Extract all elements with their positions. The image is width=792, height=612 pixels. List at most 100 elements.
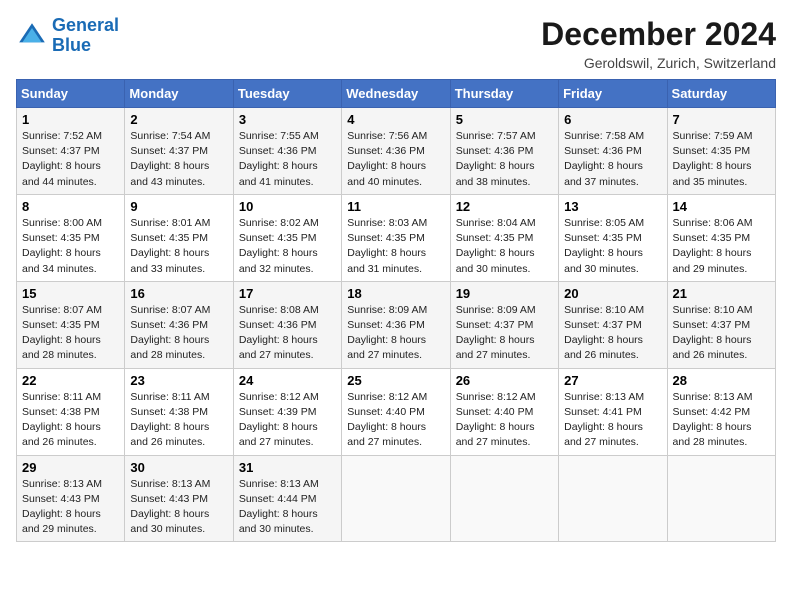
day-number: 24 <box>239 373 336 388</box>
calendar-week-5: 29 Sunrise: 8:13 AM Sunset: 4:43 PM Dayl… <box>17 455 776 542</box>
day-info: Sunrise: 8:12 AM Sunset: 4:40 PM Dayligh… <box>347 390 444 451</box>
calendar-cell: 3 Sunrise: 7:55 AM Sunset: 4:36 PM Dayli… <box>233 108 341 195</box>
calendar-cell <box>342 455 450 542</box>
day-info: Sunrise: 8:05 AM Sunset: 4:35 PM Dayligh… <box>564 216 661 277</box>
day-number: 18 <box>347 286 444 301</box>
day-info: Sunrise: 8:13 AM Sunset: 4:41 PM Dayligh… <box>564 390 661 451</box>
day-info: Sunrise: 7:55 AM Sunset: 4:36 PM Dayligh… <box>239 129 336 190</box>
day-info: Sunrise: 8:10 AM Sunset: 4:37 PM Dayligh… <box>673 303 770 364</box>
col-friday: Friday <box>559 80 667 108</box>
calendar-cell: 5 Sunrise: 7:57 AM Sunset: 4:36 PM Dayli… <box>450 108 558 195</box>
day-number: 19 <box>456 286 553 301</box>
calendar-body: 1 Sunrise: 7:52 AM Sunset: 4:37 PM Dayli… <box>17 108 776 542</box>
day-number: 17 <box>239 286 336 301</box>
day-info: Sunrise: 7:54 AM Sunset: 4:37 PM Dayligh… <box>130 129 227 190</box>
day-number: 27 <box>564 373 661 388</box>
calendar-cell: 12 Sunrise: 8:04 AM Sunset: 4:35 PM Dayl… <box>450 194 558 281</box>
calendar-cell <box>450 455 558 542</box>
calendar-header: Sunday Monday Tuesday Wednesday Thursday… <box>17 80 776 108</box>
calendar-cell <box>559 455 667 542</box>
day-info: Sunrise: 8:13 AM Sunset: 4:42 PM Dayligh… <box>673 390 770 451</box>
calendar-cell: 30 Sunrise: 8:13 AM Sunset: 4:43 PM Dayl… <box>125 455 233 542</box>
logo-line1: General <box>52 15 119 35</box>
day-info: Sunrise: 7:52 AM Sunset: 4:37 PM Dayligh… <box>22 129 119 190</box>
day-number: 25 <box>347 373 444 388</box>
calendar-cell: 31 Sunrise: 8:13 AM Sunset: 4:44 PM Dayl… <box>233 455 341 542</box>
calendar-week-3: 15 Sunrise: 8:07 AM Sunset: 4:35 PM Dayl… <box>17 281 776 368</box>
day-number: 13 <box>564 199 661 214</box>
day-info: Sunrise: 8:07 AM Sunset: 4:35 PM Dayligh… <box>22 303 119 364</box>
calendar-cell: 10 Sunrise: 8:02 AM Sunset: 4:35 PM Dayl… <box>233 194 341 281</box>
title-area: December 2024 Geroldswil, Zurich, Switze… <box>541 16 776 71</box>
day-number: 8 <box>22 199 119 214</box>
calendar-cell: 27 Sunrise: 8:13 AM Sunset: 4:41 PM Dayl… <box>559 368 667 455</box>
day-number: 3 <box>239 112 336 127</box>
calendar-cell: 9 Sunrise: 8:01 AM Sunset: 4:35 PM Dayli… <box>125 194 233 281</box>
day-number: 31 <box>239 460 336 475</box>
calendar-cell: 18 Sunrise: 8:09 AM Sunset: 4:36 PM Dayl… <box>342 281 450 368</box>
logo-line2: Blue <box>52 35 91 55</box>
calendar-cell: 11 Sunrise: 8:03 AM Sunset: 4:35 PM Dayl… <box>342 194 450 281</box>
col-monday: Monday <box>125 80 233 108</box>
day-info: Sunrise: 7:58 AM Sunset: 4:36 PM Dayligh… <box>564 129 661 190</box>
calendar-cell: 23 Sunrise: 8:11 AM Sunset: 4:38 PM Dayl… <box>125 368 233 455</box>
calendar-cell: 21 Sunrise: 8:10 AM Sunset: 4:37 PM Dayl… <box>667 281 775 368</box>
logo-text: General Blue <box>52 16 119 56</box>
day-info: Sunrise: 8:04 AM Sunset: 4:35 PM Dayligh… <box>456 216 553 277</box>
calendar-cell: 1 Sunrise: 7:52 AM Sunset: 4:37 PM Dayli… <box>17 108 125 195</box>
day-number: 10 <box>239 199 336 214</box>
calendar-cell: 28 Sunrise: 8:13 AM Sunset: 4:42 PM Dayl… <box>667 368 775 455</box>
calendar-table: Sunday Monday Tuesday Wednesday Thursday… <box>16 79 776 542</box>
day-number: 9 <box>130 199 227 214</box>
col-sunday: Sunday <box>17 80 125 108</box>
calendar-cell: 22 Sunrise: 8:11 AM Sunset: 4:38 PM Dayl… <box>17 368 125 455</box>
calendar-cell: 7 Sunrise: 7:59 AM Sunset: 4:35 PM Dayli… <box>667 108 775 195</box>
day-number: 16 <box>130 286 227 301</box>
day-number: 14 <box>673 199 770 214</box>
day-number: 21 <box>673 286 770 301</box>
day-number: 2 <box>130 112 227 127</box>
day-number: 12 <box>456 199 553 214</box>
month-title: December 2024 <box>541 16 776 53</box>
day-number: 22 <box>22 373 119 388</box>
day-info: Sunrise: 8:11 AM Sunset: 4:38 PM Dayligh… <box>130 390 227 451</box>
logo-icon <box>16 20 48 52</box>
day-number: 29 <box>22 460 119 475</box>
day-number: 30 <box>130 460 227 475</box>
calendar-cell <box>667 455 775 542</box>
col-saturday: Saturday <box>667 80 775 108</box>
day-info: Sunrise: 8:11 AM Sunset: 4:38 PM Dayligh… <box>22 390 119 451</box>
day-info: Sunrise: 8:07 AM Sunset: 4:36 PM Dayligh… <box>130 303 227 364</box>
day-number: 1 <box>22 112 119 127</box>
col-wednesday: Wednesday <box>342 80 450 108</box>
day-info: Sunrise: 8:13 AM Sunset: 4:43 PM Dayligh… <box>130 477 227 538</box>
day-number: 11 <box>347 199 444 214</box>
day-info: Sunrise: 8:12 AM Sunset: 4:39 PM Dayligh… <box>239 390 336 451</box>
day-info: Sunrise: 8:13 AM Sunset: 4:43 PM Dayligh… <box>22 477 119 538</box>
day-number: 4 <box>347 112 444 127</box>
calendar-cell: 20 Sunrise: 8:10 AM Sunset: 4:37 PM Dayl… <box>559 281 667 368</box>
calendar-cell: 4 Sunrise: 7:56 AM Sunset: 4:36 PM Dayli… <box>342 108 450 195</box>
calendar-cell: 13 Sunrise: 8:05 AM Sunset: 4:35 PM Dayl… <box>559 194 667 281</box>
day-info: Sunrise: 8:10 AM Sunset: 4:37 PM Dayligh… <box>564 303 661 364</box>
calendar-cell: 15 Sunrise: 8:07 AM Sunset: 4:35 PM Dayl… <box>17 281 125 368</box>
col-tuesday: Tuesday <box>233 80 341 108</box>
calendar-week-4: 22 Sunrise: 8:11 AM Sunset: 4:38 PM Dayl… <box>17 368 776 455</box>
day-number: 15 <box>22 286 119 301</box>
day-info: Sunrise: 8:00 AM Sunset: 4:35 PM Dayligh… <box>22 216 119 277</box>
day-info: Sunrise: 8:01 AM Sunset: 4:35 PM Dayligh… <box>130 216 227 277</box>
day-info: Sunrise: 7:59 AM Sunset: 4:35 PM Dayligh… <box>673 129 770 190</box>
calendar-cell: 25 Sunrise: 8:12 AM Sunset: 4:40 PM Dayl… <box>342 368 450 455</box>
calendar-cell: 24 Sunrise: 8:12 AM Sunset: 4:39 PM Dayl… <box>233 368 341 455</box>
calendar-cell: 14 Sunrise: 8:06 AM Sunset: 4:35 PM Dayl… <box>667 194 775 281</box>
day-info: Sunrise: 8:13 AM Sunset: 4:44 PM Dayligh… <box>239 477 336 538</box>
day-number: 28 <box>673 373 770 388</box>
calendar-cell: 29 Sunrise: 8:13 AM Sunset: 4:43 PM Dayl… <box>17 455 125 542</box>
day-info: Sunrise: 8:09 AM Sunset: 4:36 PM Dayligh… <box>347 303 444 364</box>
day-number: 6 <box>564 112 661 127</box>
day-number: 20 <box>564 286 661 301</box>
day-info: Sunrise: 7:57 AM Sunset: 4:36 PM Dayligh… <box>456 129 553 190</box>
calendar-week-2: 8 Sunrise: 8:00 AM Sunset: 4:35 PM Dayli… <box>17 194 776 281</box>
day-info: Sunrise: 8:12 AM Sunset: 4:40 PM Dayligh… <box>456 390 553 451</box>
calendar-week-1: 1 Sunrise: 7:52 AM Sunset: 4:37 PM Dayli… <box>17 108 776 195</box>
